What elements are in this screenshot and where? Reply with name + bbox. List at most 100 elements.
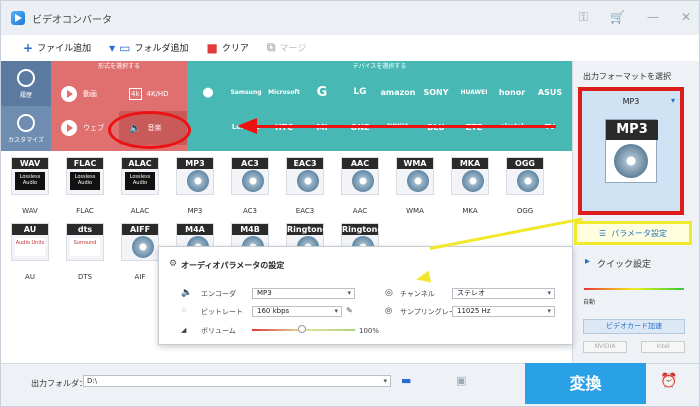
format-4k-button[interactable]: 4k 4K/HD — [119, 77, 187, 111]
device-honor[interactable]: honor — [493, 88, 531, 97]
alarm-clock-icon[interactable]: ⏰ — [660, 373, 677, 389]
disc-icon — [462, 170, 484, 192]
format-badge: OGG — [507, 158, 543, 169]
format-badge: dts — [67, 224, 103, 235]
output-folder-input[interactable]: D:\ — [83, 375, 391, 387]
disc-icon — [517, 170, 539, 192]
add-file-label: ファイル追加 — [37, 44, 92, 54]
format-badge: Ringtone — [342, 224, 383, 235]
format-tile-wma[interactable]: WMA WMA — [391, 157, 439, 233]
sidebar: 履歴 カスタマイズ — [1, 61, 51, 151]
clear-button[interactable]: ■ クリア — [206, 41, 248, 55]
format-tile-aac[interactable]: AAC AAC — [336, 157, 384, 233]
close-icon[interactable]: ✕ — [681, 10, 691, 25]
format-badge: AAC — [342, 158, 378, 169]
folder-icon: ▭ — [119, 40, 131, 55]
device-asus[interactable]: ASUS — [531, 88, 569, 97]
channel-select[interactable]: ステレオ — [452, 288, 555, 299]
format-badge: ALAC — [122, 158, 158, 169]
format-badge: MP3 — [177, 158, 213, 169]
parameter-settings-button[interactable]: ☰ パラメータ設定 — [574, 221, 692, 245]
format-tile-au[interactable]: AU Audio Units AU — [6, 223, 54, 299]
format-tile-image: FLAC Lossless Audio — [66, 157, 104, 195]
format-tile-dts[interactable]: dts Surround DTS — [61, 223, 109, 299]
speed-slider[interactable] — [584, 288, 684, 290]
format-tile-flac[interactable]: FLAC Lossless Audio FLAC — [61, 157, 109, 233]
format-badge: M4B — [232, 224, 268, 235]
volume-slider-knob[interactable] — [298, 325, 306, 333]
device-microsoft[interactable]: Microsoft — [265, 89, 303, 96]
convert-button[interactable]: 変換 — [525, 363, 646, 404]
format-tile-image: MKA — [451, 157, 489, 195]
red-arrow-annotation — [256, 125, 556, 128]
format-tile-label: ALAC — [130, 207, 150, 215]
pencil-icon[interactable]: ✎ — [346, 306, 353, 315]
output-format-name: MP3 — [622, 97, 640, 106]
gear-icon: ⚙ — [169, 259, 178, 269]
format-header: 形式を選択する — [97, 63, 140, 70]
format-tile-label: AIF — [134, 273, 146, 281]
lossless-label: Lossless Audio — [125, 172, 155, 190]
format-tile-mp3[interactable]: MP3 MP3 — [171, 157, 219, 233]
format-tile-ac3[interactable]: AC3 AC3 — [226, 157, 274, 233]
format-tile-aiff[interactable]: AIFF AIF — [116, 223, 164, 299]
export-icon[interactable]: ▣ — [456, 374, 466, 387]
merge-button[interactable]: ⧉ マージ — [267, 40, 306, 55]
chevron-right-icon[interactable]: ▸ — [585, 256, 590, 267]
encoder-select[interactable]: MP3 — [252, 288, 355, 299]
format-tile-label: WAV — [22, 207, 38, 215]
format-sub-label: Audio Units — [15, 238, 45, 256]
chevron-down-icon[interactable]: ▾ — [109, 41, 115, 55]
cart-icon[interactable]: 🛒 — [610, 10, 625, 25]
add-folder-button[interactable]: ▾ ▭ フォルダ追加 — [109, 41, 188, 55]
format-tile-label: EAC3 — [295, 207, 315, 215]
samplerate-select[interactable]: 11025 Hz — [452, 306, 555, 317]
parameter-settings-label: パラメータ設定 — [611, 228, 667, 238]
bitrate-label: ビットレート — [201, 308, 243, 316]
format-tile-ogg[interactable]: OGG OGG — [501, 157, 549, 233]
chevron-down-icon[interactable]: ▾ — [671, 96, 675, 105]
device-huawei[interactable]: HUAWEI — [455, 89, 493, 96]
format-label: 4K/HD — [146, 90, 169, 98]
format-badge: Ringtone — [287, 224, 328, 235]
format-tile-alac[interactable]: ALAC Lossless Audio ALAC — [116, 157, 164, 233]
output-format-badge: MP3 — [606, 120, 658, 140]
format-tile-mka[interactable]: MKA MKA — [446, 157, 494, 233]
gpu-acceleration-button[interactable]: ビデオカード加速 — [583, 319, 685, 334]
app-window: ビデオコンバータ ⚿ 🛒 — ✕ + ファイル追加 ▾ ▭ フォルダ追加 ■ クリア ⧉… — [0, 0, 700, 407]
disc-icon — [132, 236, 154, 258]
device-samsung[interactable]: Samsung — [227, 89, 265, 96]
title-bar-controls: ⚿ 🛒 — ✕ — [579, 10, 691, 25]
bitrate-select[interactable]: 160 kbps — [252, 306, 342, 317]
device-google[interactable]: G — [303, 85, 341, 100]
toolbar: + ファイル追加 ▾ ▭ フォルダ追加 ■ クリア ⧉ マージ — [1, 35, 571, 60]
folder-open-icon[interactable]: ▬ — [401, 374, 411, 387]
format-tile-eac3[interactable]: EAC3 EAC3 — [281, 157, 329, 233]
encoder-label: エンコーダ — [201, 290, 236, 298]
add-file-button[interactable]: + ファイル追加 — [23, 41, 91, 55]
format-badge: AIFF — [122, 224, 158, 235]
format-tile-wav[interactable]: WAV Lossless Audio WAV — [6, 157, 54, 233]
disc-icon — [242, 170, 264, 192]
sidebar-item-history[interactable]: 履歴 — [1, 61, 51, 106]
format-tile-image: WAV Lossless Audio — [11, 157, 49, 195]
apple-icon[interactable]: ● — [189, 85, 227, 100]
volume-label: ボリューム — [201, 327, 236, 335]
red-arrow-head-annotation — [237, 118, 257, 134]
device-category-panel: デバイスを選択する ● Samsung Microsoft G LG amazo… — [187, 61, 572, 151]
format-tile-image: EAC3 — [286, 157, 324, 195]
device-sony[interactable]: SONY — [417, 88, 455, 97]
format-badge: FLAC — [67, 158, 103, 169]
bitrate-icon: ⁘ — [181, 307, 187, 315]
minimize-icon[interactable]: — — [647, 10, 659, 25]
key-icon[interactable]: ⚿ — [579, 10, 588, 25]
disc-icon — [407, 170, 429, 192]
format-video-button[interactable]: 動画 — [51, 77, 119, 111]
output-folder-label: 出力フォルダ： — [31, 379, 87, 388]
sidebar-item-customize[interactable]: カスタマイズ — [1, 106, 51, 151]
device-lg[interactable]: LG — [341, 87, 379, 97]
merge-icon: ⧉ — [266, 40, 276, 54]
output-format-selector[interactable]: MP3 ▾ MP3 — [578, 87, 684, 215]
volume-value: 100% — [359, 327, 380, 335]
device-amazon[interactable]: amazon — [379, 88, 417, 97]
